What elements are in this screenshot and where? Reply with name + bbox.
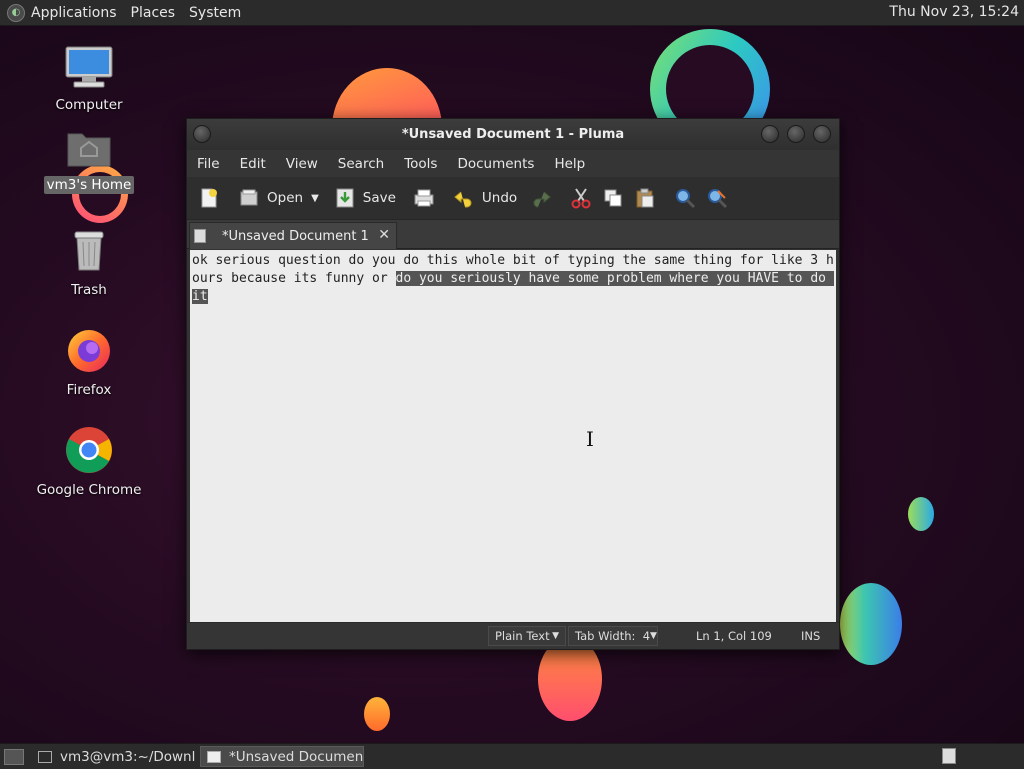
- toolbar: Open ▼ Save Undo: [187, 177, 839, 220]
- menubar: File Edit View Search Tools Documents He…: [187, 150, 839, 177]
- tab-unsaved-document-1[interactable]: *Unsaved Document 1 ✕: [189, 222, 397, 249]
- open-label: Open: [267, 190, 304, 206]
- close-tab-icon[interactable]: ✕: [378, 227, 390, 243]
- taskbar-item-terminal[interactable]: vm3@vm3:~/Downl...: [32, 746, 196, 767]
- language-selector[interactable]: Plain Text ▼: [488, 626, 566, 646]
- open-recent-dropdown[interactable]: ▼: [311, 181, 319, 215]
- redo-icon: [529, 186, 553, 210]
- open-button[interactable]: Open: [237, 181, 303, 215]
- desktop-icon-computer[interactable]: Computer: [34, 45, 144, 113]
- workspace-switcher[interactable]: [942, 748, 956, 764]
- desktop-icon-label: Google Chrome: [36, 482, 142, 498]
- paste-button[interactable]: [633, 181, 657, 215]
- chrome-icon: [34, 426, 144, 478]
- firefox-icon: [34, 326, 144, 378]
- terminal-icon: [38, 750, 52, 763]
- maximize-button[interactable]: [787, 125, 805, 143]
- cut-button[interactable]: [569, 181, 593, 215]
- save-button[interactable]: Save: [333, 181, 396, 215]
- save-icon: [333, 186, 357, 210]
- document-icon: [194, 229, 206, 243]
- insert-mode-indicator: INS: [801, 629, 821, 643]
- paste-icon: [633, 186, 657, 210]
- desktop-icon-label: vm3's Home: [43, 176, 135, 194]
- home-folder-icon: [34, 128, 144, 172]
- redo-button[interactable]: [529, 181, 553, 215]
- new-document-icon: [197, 186, 221, 210]
- clock[interactable]: Thu Nov 23, 15:24: [889, 4, 1019, 20]
- taskbar-item-label: *Unsaved Documen...: [229, 748, 364, 765]
- text-editor-icon: [207, 750, 221, 763]
- bottom-panel: vm3@vm3:~/Downl... *Unsaved Documen...: [0, 743, 1024, 769]
- document-tabbar: *Unsaved Document 1 ✕: [187, 220, 839, 249]
- undo-button[interactable]: Undo: [452, 181, 517, 215]
- menu-search[interactable]: Search: [338, 156, 384, 172]
- chevron-down-icon: ▼: [311, 192, 319, 204]
- desktop-icon-label: Trash: [71, 282, 107, 298]
- language-label: Plain Text: [495, 629, 550, 643]
- taskbar-item-pluma[interactable]: *Unsaved Documen...: [200, 746, 364, 767]
- mate-menu-icon[interactable]: ◐: [7, 3, 25, 22]
- desktop-icon-home[interactable]: vm3's Home: [34, 128, 144, 194]
- save-label: Save: [362, 190, 396, 206]
- tab-label: *Unsaved Document 1: [222, 228, 369, 244]
- replace-button[interactable]: [705, 181, 729, 215]
- chevron-down-icon: ▼: [552, 631, 559, 641]
- menu-edit[interactable]: Edit: [240, 156, 266, 172]
- window-titlebar[interactable]: *Unsaved Document 1 - Pluma: [187, 119, 839, 150]
- desktop-icon-label: Firefox: [66, 382, 112, 398]
- menu-documents[interactable]: Documents: [457, 156, 534, 172]
- copy-icon: [601, 186, 625, 210]
- tab-width-label: Tab Width: 4: [575, 629, 651, 643]
- trash-icon: [34, 228, 144, 278]
- desktop-icon-label: Computer: [55, 97, 123, 113]
- cut-icon: [569, 186, 593, 210]
- desktop-icon-trash[interactable]: Trash: [34, 228, 144, 298]
- text-cursor-icon: I: [586, 427, 594, 451]
- menu-file[interactable]: File: [197, 156, 220, 172]
- copy-button[interactable]: [601, 181, 625, 215]
- cursor-position: Ln 1, Col 109: [696, 629, 772, 643]
- wallpaper-shape: [908, 497, 934, 531]
- places-menu[interactable]: Places: [131, 5, 176, 21]
- undo-label: Undo: [481, 190, 518, 206]
- menu-help[interactable]: Help: [554, 156, 585, 172]
- pluma-window: *Unsaved Document 1 - Pluma File Edit Vi…: [186, 118, 840, 650]
- undo-icon: [452, 186, 476, 210]
- open-icon: [237, 186, 261, 210]
- find-icon: [673, 186, 697, 210]
- find-button[interactable]: [673, 181, 697, 215]
- replace-icon: [705, 186, 729, 210]
- statusbar: Plain Text ▼ Tab Width: 4 ▼ Ln 1, Col 10…: [187, 622, 839, 649]
- tab-width-selector[interactable]: Tab Width: 4 ▼: [568, 626, 658, 646]
- chevron-down-icon: ▼: [650, 631, 657, 641]
- close-window-button[interactable]: [813, 125, 831, 143]
- minimize-button[interactable]: [761, 125, 779, 143]
- taskbar-item-label: vm3@vm3:~/Downl...: [60, 748, 196, 765]
- new-document-button[interactable]: [197, 181, 221, 215]
- wallpaper-shape: [840, 583, 902, 665]
- wallpaper-shape: [364, 697, 390, 731]
- top-panel: ◐ Applications Places System Thu Nov 23,…: [0, 0, 1024, 26]
- desktop-icon-firefox[interactable]: Firefox: [34, 326, 144, 398]
- show-desktop-icon[interactable]: [4, 748, 24, 765]
- applications-menu[interactable]: Applications: [31, 5, 117, 21]
- window-title: *Unsaved Document 1 - Pluma: [401, 127, 625, 142]
- menu-view[interactable]: View: [286, 156, 318, 172]
- system-menu[interactable]: System: [189, 5, 241, 21]
- text-editor[interactable]: ok serious question do you do this whole…: [190, 250, 836, 622]
- desktop-icon-chrome[interactable]: Google Chrome: [34, 426, 144, 498]
- print-icon: [412, 186, 436, 210]
- print-button[interactable]: [412, 181, 436, 215]
- computer-icon: [34, 45, 144, 93]
- menu-tools[interactable]: Tools: [404, 156, 437, 172]
